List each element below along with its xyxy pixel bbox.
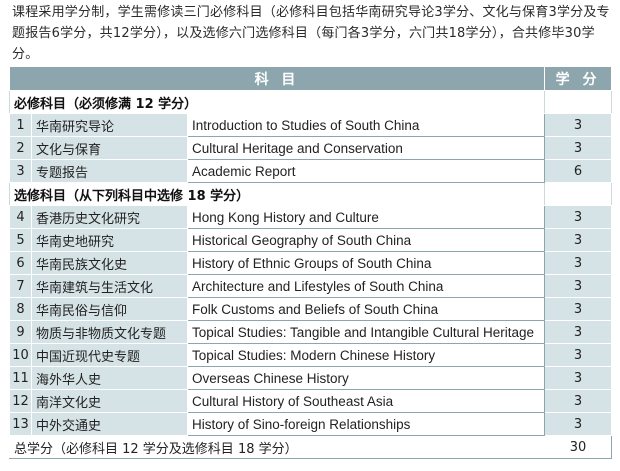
course-name-en: Historical Geography of South China [186, 228, 546, 252]
course-table: 科 目 学 分 必修科目（必须修满 12 学分） 1 华南研究导论 Introduc… [8, 66, 613, 459]
table-header-row: 科 目 学 分 [8, 66, 613, 91]
course-row: 7 华南建筑与生活文化 Architecture and Lifestyles of… [9, 274, 613, 298]
course-name-zh: 文化与保育 [31, 136, 188, 160]
course-credits: 3 [544, 136, 613, 160]
course-credits: 3 [544, 113, 613, 137]
course-name-en: Cultural History of Southeast Asia [186, 389, 546, 413]
course-name-en: Folk Customs and Beliefs of South China [186, 297, 546, 321]
course-credits: 6 [544, 159, 613, 183]
course-name-en: History of Sino-foreign Relationships [186, 412, 546, 436]
intro-paragraph: 课程采用学分制，学生需修读三门必修科目（必修科目包括华南研究导论3学分、文化与保… [12, 5, 610, 62]
course-name-en: Overseas Chinese History [186, 366, 546, 390]
required-section-heading: 必修科目（必须修满 12 学分） [8, 90, 546, 114]
course-number: 8 [9, 297, 32, 321]
course-number: 1 [9, 113, 32, 137]
course-name-zh: 华南研究导论 [31, 113, 188, 137]
table-body: 必修科目（必须修满 12 学分） 1 华南研究导论 Introduction to … [8, 90, 613, 459]
course-row: 9 物质与非物质文化专题 Topical Studies: Tangible and… [9, 320, 613, 344]
course-name-zh: 华南民族文化史 [31, 251, 188, 275]
course-number: 7 [9, 274, 32, 298]
course-row: 5 华南史地研究 Historical Geography of South Chi… [9, 228, 613, 252]
course-credits: 3 [544, 389, 613, 413]
course-row: 1 华南研究导论 Introduction to Studies of South … [9, 113, 613, 137]
course-credits: 3 [544, 251, 613, 275]
course-name-zh: 南洋文化史 [31, 389, 188, 413]
course-name-zh: 华南史地研究 [31, 228, 188, 252]
course-name-en: Topical Studies: Modern Chinese History [186, 343, 546, 367]
required-section-row: 必修科目（必须修满 12 学分） [8, 90, 613, 114]
course-name-zh: 中国近现代史专题 [31, 343, 188, 367]
course-row: 8 华南民俗与信仰 Folk Customs and Beliefs of Sout… [9, 297, 613, 321]
course-credits: 3 [544, 297, 613, 321]
course-credits: 3 [544, 343, 613, 367]
course-number: 9 [9, 320, 32, 344]
course-number: 13 [9, 412, 32, 436]
course-credits: 3 [544, 412, 613, 436]
total-row: 总学分（必修科目 12 学分及选修科目 18 学分） 30 [8, 435, 613, 459]
course-number: 11 [9, 366, 32, 390]
course-row: 3 专题报告 Academic Report 6 [9, 159, 613, 183]
course-name-en: Cultural Heritage and Conservation [186, 136, 546, 160]
course-name-en: Architecture and Lifestyles of South Chi… [186, 274, 546, 298]
course-number: 4 [9, 205, 32, 229]
course-row: 6 华南民族文化史 History of Ethnic Groups of Sout… [9, 251, 613, 275]
course-credits: 3 [544, 320, 613, 344]
course-number: 3 [9, 159, 32, 183]
course-name-en: Hong Kong History and Culture [186, 205, 546, 229]
course-name-zh: 香港历史文化研究 [31, 205, 188, 229]
course-row: 12 南洋文化史 Cultural History of Southeast Asi… [9, 389, 613, 413]
elective-section-empty [544, 182, 613, 206]
course-number: 6 [9, 251, 32, 275]
subject-header: 科 目 [8, 66, 546, 91]
total-credits: 30 [544, 435, 613, 459]
course-row: 11 海外华人史 Overseas Chinese History 3 [9, 366, 613, 390]
course-row: 2 文化与保育 Cultural Heritage and Conservation… [9, 136, 613, 160]
course-row: 13 中外交通史 History of Sino-foreign Relations… [9, 412, 613, 436]
course-number: 5 [9, 228, 32, 252]
course-credits: 3 [544, 228, 613, 252]
total-label: 总学分（必修科目 12 学分及选修科目 18 学分） [8, 435, 546, 459]
required-section-empty [544, 90, 613, 114]
course-credits: 3 [544, 274, 613, 298]
course-number: 2 [9, 136, 32, 160]
elective-section-heading: 选修科目（从下列科目中选修 18 学分） [8, 182, 546, 206]
course-number: 10 [9, 343, 32, 367]
course-number: 12 [9, 389, 32, 413]
course-name-en: History of Ethnic Groups of South China [186, 251, 546, 275]
elective-section-row: 选修科目（从下列科目中选修 18 学分） [8, 182, 613, 206]
course-credits: 3 [544, 366, 613, 390]
course-name-en: Academic Report [186, 159, 546, 183]
course-name-en: Topical Studies: Tangible and Intangible… [186, 320, 546, 344]
course-name-zh: 物质与非物质文化专题 [31, 320, 188, 344]
course-credits: 3 [544, 205, 613, 229]
course-name-en: Introduction to Studies of South China [186, 113, 546, 137]
credits-header: 学 分 [544, 66, 613, 91]
course-name-zh: 专题报告 [31, 159, 188, 183]
course-name-zh: 华南建筑与生活文化 [31, 274, 188, 298]
course-name-zh: 华南民俗与信仰 [31, 297, 188, 321]
course-name-zh: 中外交通史 [31, 412, 188, 436]
course-name-zh: 海外华人史 [31, 366, 188, 390]
course-row: 4 香港历史文化研究 Hong Kong History and Culture 3 [9, 205, 613, 229]
course-row: 10 中国近现代史专题 Topical Studies: Modern Chines… [9, 343, 613, 367]
